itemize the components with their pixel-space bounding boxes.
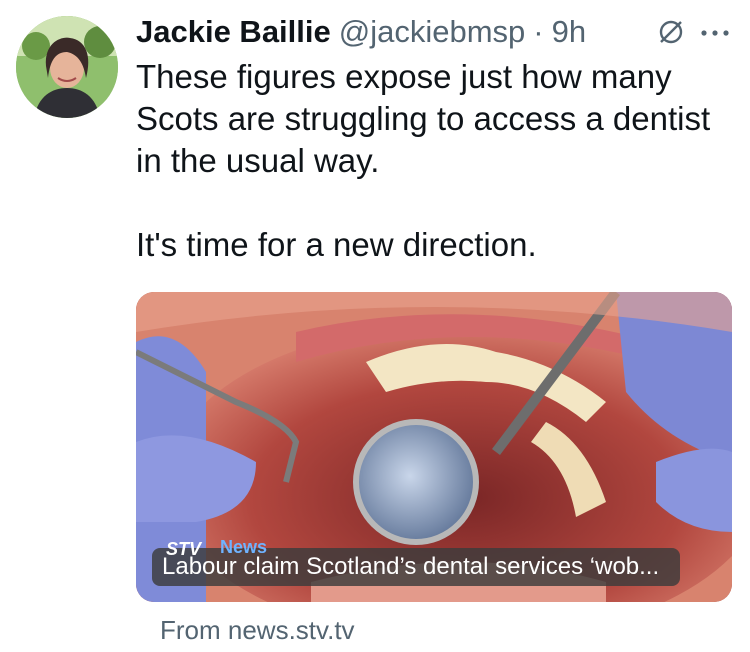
link-card[interactable]: STV News Labour claim Scotland’s dental …	[136, 292, 732, 602]
author-avatar[interactable]	[16, 16, 118, 118]
tweet-time[interactable]: 9h	[552, 14, 586, 50]
separator-dot: ·	[533, 14, 544, 49]
more-horizontal-icon[interactable]	[700, 28, 730, 38]
card-source[interactable]: From news.stv.tv	[160, 615, 355, 646]
author-handle[interactable]: @jackiebmsp	[339, 14, 526, 50]
card-headline: Labour claim Scotland’s dental services …	[162, 553, 660, 580]
grok-icon[interactable]	[656, 17, 686, 47]
tweet-text: These figures expose just how many Scots…	[136, 58, 711, 263]
tweet-header: Jackie Baillie @jackiebmsp · 9h	[136, 8, 734, 56]
author-name[interactable]: Jackie Baillie	[136, 14, 331, 50]
